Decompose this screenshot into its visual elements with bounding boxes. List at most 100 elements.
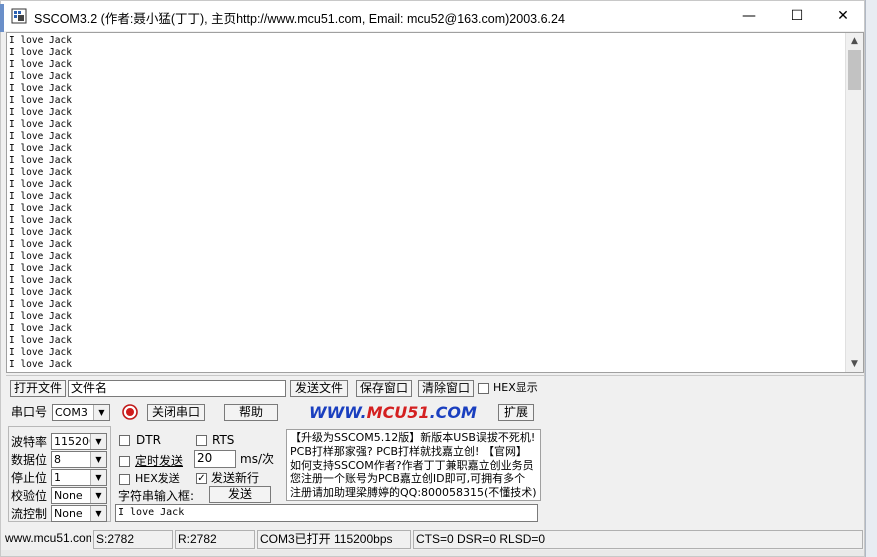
receive-line: I love Jack bbox=[9, 251, 72, 262]
rts-label: RTS bbox=[212, 433, 235, 447]
receive-line: I love Jack bbox=[9, 47, 72, 58]
receive-area[interactable]: I love Jack I love Jack I love Jack I love … bbox=[6, 32, 864, 373]
scroll-thumb[interactable] bbox=[848, 50, 861, 90]
receive-line: I love Jack bbox=[9, 71, 72, 82]
port-value: COM3 bbox=[55, 406, 88, 419]
ad-line: 【升级为SSCOM5.12版】新版本USB误拔不死机! bbox=[290, 431, 536, 444]
help-button[interactable]: 帮助 bbox=[224, 404, 278, 421]
parity-label: 校验位 bbox=[11, 489, 48, 503]
ad-line: 注册请加助理梁膊婷的QQ:800058315(不懂技术) bbox=[290, 486, 537, 500]
interval-input[interactable]: 20 bbox=[194, 450, 236, 468]
close-button[interactable]: ✕ bbox=[820, 1, 864, 31]
dtr-checkbox[interactable] bbox=[119, 435, 130, 446]
receive-line: I love Jack bbox=[9, 35, 72, 46]
send-button[interactable]: 发送 bbox=[209, 486, 271, 503]
receive-line: I love Jack bbox=[9, 119, 72, 130]
port-status-icon bbox=[122, 404, 138, 420]
receive-line: I love Jack bbox=[9, 179, 72, 190]
flow-select[interactable]: None ▼ bbox=[51, 505, 107, 522]
dtr-label: DTR bbox=[136, 433, 161, 447]
stopbits-select[interactable]: 1 ▼ bbox=[51, 469, 107, 486]
rts-checkbox[interactable] bbox=[196, 435, 207, 446]
expand-button[interactable]: 扩展 bbox=[498, 404, 534, 421]
receive-line: I love Jack bbox=[9, 299, 72, 310]
window-title: SSCOM3.2 (作者:聂小猛(丁丁), 主页http://www.mcu51… bbox=[34, 12, 565, 26]
receive-line: I love Jack bbox=[9, 143, 72, 154]
chevron-down-icon[interactable]: ▼ bbox=[90, 434, 106, 449]
chevron-down-icon[interactable]: ▼ bbox=[90, 470, 106, 485]
receive-line: I love Jack bbox=[9, 107, 72, 118]
receive-line: I love Jack bbox=[9, 263, 72, 274]
divider bbox=[6, 375, 864, 376]
open-file-button[interactable]: 打开文件 bbox=[10, 380, 66, 397]
sscom-window: SSCOM3.2 (作者:聂小猛(丁丁), 主页http://www.mcu51… bbox=[0, 0, 865, 557]
chevron-down-icon[interactable]: ▼ bbox=[90, 452, 106, 467]
status-sent-count: S:2782 bbox=[93, 530, 173, 549]
receive-line: I love Jack bbox=[9, 215, 72, 226]
app-icon bbox=[11, 8, 27, 24]
chevron-down-icon[interactable]: ▼ bbox=[90, 488, 106, 503]
advertisement-box[interactable]: 【升级为SSCOM5.12版】新版本USB误拔不死机! PCB打样那家强? PC… bbox=[286, 429, 541, 501]
minimize-button[interactable]: — bbox=[726, 1, 772, 31]
receive-scrollbar[interactable]: ▲ ▼ bbox=[845, 33, 863, 372]
status-site: www.mcu51.com bbox=[5, 531, 91, 545]
receive-line: I love Jack bbox=[9, 287, 72, 298]
receive-line: I love Jack bbox=[9, 203, 72, 214]
baud-label: 波特率 bbox=[11, 435, 48, 449]
databits-label: 数据位 bbox=[11, 453, 48, 467]
receive-line: I love Jack bbox=[9, 59, 72, 70]
timed-send-label: 定时发送 bbox=[135, 454, 184, 468]
timed-send-checkbox[interactable] bbox=[119, 456, 130, 467]
ad-line: 您注册一个账号为PCB嘉立创ID即可,可拥有多个 bbox=[290, 472, 526, 486]
filename-input[interactable]: 文件名 bbox=[68, 380, 286, 397]
status-port: COM3已打开 115200bps bbox=[257, 530, 411, 549]
stopbits-value: 1 bbox=[54, 471, 61, 484]
port-label: 串口号 bbox=[11, 405, 48, 419]
databits-value: 8 bbox=[54, 453, 61, 466]
maximize-button[interactable]: ☐ bbox=[774, 1, 820, 31]
receive-line: I love Jack bbox=[9, 239, 72, 250]
save-window-button[interactable]: 保存窗口 bbox=[356, 380, 412, 397]
send-newline-checkbox[interactable]: ✓ bbox=[196, 473, 207, 484]
receive-line: I love Jack bbox=[9, 95, 72, 106]
clear-window-button[interactable]: 清除窗口 bbox=[418, 380, 474, 397]
receive-line: I love Jack bbox=[9, 275, 72, 286]
port-select[interactable]: COM3 ▼ bbox=[52, 404, 110, 421]
background-window-edge bbox=[865, 0, 877, 557]
status-received-count: R:2782 bbox=[175, 530, 255, 549]
flow-label: 流控制 bbox=[11, 507, 48, 521]
ad-line: PCB打样那家强? PCB打样就找嘉立创! 【官网】 bbox=[290, 444, 527, 458]
stopbits-label: 停止位 bbox=[11, 471, 48, 485]
receive-line: I love Jack bbox=[9, 227, 72, 238]
hex-display-label: HEX显示 bbox=[493, 381, 538, 394]
receive-line: I love Jack bbox=[9, 347, 72, 358]
interval-unit: ms/次 bbox=[240, 452, 274, 466]
title-bar[interactable]: SSCOM3.2 (作者:聂小猛(丁丁), 主页http://www.mcu51… bbox=[1, 1, 864, 31]
chevron-down-icon[interactable]: ▼ bbox=[90, 506, 106, 521]
databits-select[interactable]: 8 ▼ bbox=[51, 451, 107, 468]
receive-text: I love Jack I love Jack I love Jack I love … bbox=[9, 35, 72, 371]
status-bar: www.mcu51.com S:2782 R:2782 COM3已打开 1152… bbox=[1, 529, 864, 550]
hex-display-checkbox[interactable] bbox=[478, 383, 489, 394]
receive-line: I love Jack bbox=[9, 359, 72, 370]
parity-select[interactable]: None ▼ bbox=[51, 487, 107, 504]
ad-line: 如何支持SSCOM作者?作者丁丁兼职嘉立创业务员 bbox=[290, 458, 534, 472]
chevron-down-icon[interactable]: ▼ bbox=[93, 405, 109, 420]
receive-line: I love Jack bbox=[9, 155, 72, 166]
receive-line: I love Jack bbox=[9, 323, 72, 334]
flow-value: None bbox=[54, 507, 83, 520]
send-input[interactable]: I love Jack bbox=[115, 504, 538, 522]
hex-send-label: HEX发送 bbox=[135, 472, 180, 485]
send-newline-label: 发送新行 bbox=[211, 471, 260, 485]
send-file-button[interactable]: 发送文件 bbox=[290, 380, 348, 397]
close-port-button[interactable]: 关闭串口 bbox=[147, 404, 205, 421]
mcu51-logo: WWW.MCU51.COM bbox=[309, 403, 477, 422]
receive-line: I love Jack bbox=[9, 83, 72, 94]
receive-line: I love Jack bbox=[9, 191, 72, 202]
scroll-up-icon[interactable]: ▲ bbox=[846, 34, 863, 48]
hex-send-checkbox[interactable] bbox=[119, 474, 130, 485]
receive-line: I love Jack bbox=[9, 167, 72, 178]
baud-select[interactable]: 115200 ▼ bbox=[51, 433, 107, 450]
receive-line: I love Jack bbox=[9, 311, 72, 322]
scroll-down-icon[interactable]: ▼ bbox=[846, 357, 863, 371]
